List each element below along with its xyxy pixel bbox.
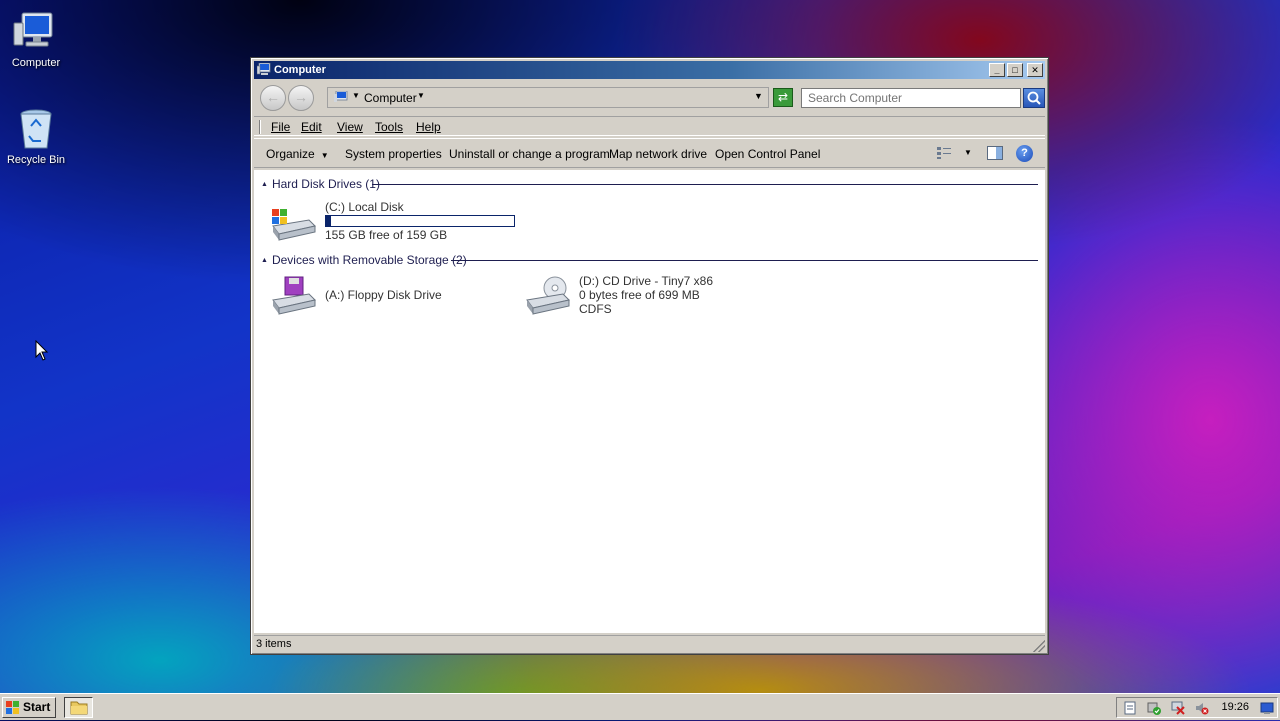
maximize-button[interactable]: □ bbox=[1007, 63, 1023, 77]
help-button[interactable]: ? bbox=[1016, 145, 1033, 162]
window-title: Computer bbox=[274, 64, 326, 76]
collapse-triangle-icon: ▲ bbox=[261, 181, 268, 188]
back-button[interactable]: ← bbox=[260, 85, 286, 111]
drive-c-usage-fill bbox=[326, 216, 331, 226]
drive-c-name: (C:) Local Disk bbox=[325, 200, 404, 214]
menu-bar: File Edit View Tools Help bbox=[254, 116, 1045, 136]
cd-drive-icon bbox=[523, 276, 571, 316]
title-bar[interactable]: Computer _ □ ✕ bbox=[254, 61, 1045, 79]
resize-grip[interactable] bbox=[1033, 640, 1045, 652]
command-bar: Organize ▼ System properties Uninstall or… bbox=[254, 138, 1045, 168]
menu-grip bbox=[259, 120, 261, 134]
group-divider bbox=[372, 184, 1038, 185]
drive-c[interactable]: (C:) Local Disk 155 GB free of 159 GB bbox=[269, 200, 519, 244]
search-icon bbox=[1027, 91, 1041, 105]
drive-d-filesystem: CDFS bbox=[579, 302, 612, 316]
content-pane: ▲ Hard Disk Drives (1) (C:) Local Disk 15… bbox=[254, 170, 1045, 633]
drive-d-name: (D:) CD Drive - Tiny7 x86 bbox=[579, 274, 714, 288]
system-tray: 19:26 bbox=[1116, 697, 1278, 718]
drive-d-free-space: 0 bytes free of 699 MB bbox=[579, 288, 700, 302]
start-button[interactable]: Start bbox=[2, 697, 56, 718]
menu-tools[interactable]: Tools bbox=[375, 120, 403, 134]
menu-view-label: View bbox=[337, 120, 363, 134]
windows-logo-icon bbox=[6, 701, 20, 715]
explorer-window: Computer _ □ ✕ ← → ▼ Computer ▼ ▼ ⇄ File… bbox=[250, 57, 1049, 655]
minimize-button[interactable]: _ bbox=[989, 63, 1005, 77]
drive-a[interactable]: (A:) Floppy Disk Drive bbox=[269, 274, 509, 318]
security-shield-icon[interactable] bbox=[1147, 701, 1161, 715]
desktop-icon-recycle-bin[interactable]: Recycle Bin bbox=[1, 106, 71, 166]
volume-muted-icon[interactable] bbox=[1195, 701, 1209, 715]
drive-a-name: (A:) Floppy Disk Drive bbox=[325, 288, 442, 302]
group-divider bbox=[451, 260, 1038, 261]
group-header-label: Hard Disk Drives (1) bbox=[271, 177, 380, 191]
network-disconnected-icon[interactable] bbox=[1171, 701, 1185, 715]
taskbar: Start 19:26 bbox=[0, 693, 1280, 720]
address-bar[interactable]: ▼ Computer ▼ ▼ bbox=[327, 87, 769, 108]
show-desktop-icon[interactable] bbox=[1260, 701, 1274, 715]
collapse-triangle-icon: ▲ bbox=[261, 257, 268, 264]
search-button[interactable] bbox=[1023, 88, 1045, 108]
desktop-icon-computer[interactable]: Computer bbox=[1, 9, 71, 69]
mouse-cursor-icon bbox=[35, 339, 49, 365]
hard-disk-icon bbox=[269, 206, 317, 246]
menu-help[interactable]: Help bbox=[416, 120, 441, 134]
folder-icon bbox=[70, 701, 88, 715]
computer-icon bbox=[12, 9, 60, 55]
group-header-removable[interactable]: ▲ Devices with Removable Storage (2) bbox=[261, 253, 467, 267]
menu-help-label: Help bbox=[416, 120, 441, 134]
preview-pane-button[interactable] bbox=[987, 146, 1003, 160]
menu-edit-label: Edit bbox=[301, 120, 322, 134]
forward-button[interactable]: → bbox=[288, 85, 314, 111]
floppy-drive-icon bbox=[269, 276, 317, 316]
back-arrow-icon: ← bbox=[266, 89, 280, 105]
address-row: ← → ▼ Computer ▼ ▼ ⇄ bbox=[254, 82, 1045, 112]
uninstall-program-button[interactable]: Uninstall or change a program bbox=[449, 147, 610, 161]
drive-d[interactable]: (D:) CD Drive - Tiny7 x86 0 bytes free o… bbox=[523, 274, 783, 322]
taskbar-explorer-button[interactable] bbox=[64, 697, 93, 718]
drive-c-free-space: 155 GB free of 159 GB bbox=[325, 228, 448, 242]
chevron-down-icon[interactable]: ▼ bbox=[352, 91, 360, 100]
status-item-count: 3 items bbox=[256, 638, 292, 650]
search-input[interactable] bbox=[801, 88, 1021, 108]
forward-arrow-icon: → bbox=[294, 89, 308, 105]
address-history-dropdown[interactable]: ▼ bbox=[754, 91, 763, 101]
help-icon: ? bbox=[1021, 147, 1028, 159]
chevron-down-icon[interactable]: ▼ bbox=[417, 91, 425, 100]
clipboard-icon[interactable] bbox=[1123, 701, 1137, 715]
menu-tools-label: Tools bbox=[375, 120, 404, 134]
desktop-icon-label: Recycle Bin bbox=[6, 154, 66, 166]
breadcrumb-computer[interactable]: Computer bbox=[364, 91, 417, 105]
menu-file-label: File bbox=[271, 120, 291, 134]
start-label: Start bbox=[23, 700, 51, 714]
status-bar: 3 items bbox=[254, 635, 1045, 652]
change-view-button[interactable] bbox=[936, 146, 952, 160]
refresh-button[interactable]: ⇄ bbox=[773, 88, 793, 107]
menu-edit[interactable]: Edit bbox=[301, 120, 322, 134]
recycle-bin-icon bbox=[12, 106, 60, 152]
menu-view[interactable]: View bbox=[337, 120, 363, 134]
preview-pane-icon bbox=[987, 146, 1003, 160]
drive-c-usage-bar bbox=[325, 215, 515, 227]
chevron-down-icon: ▼ bbox=[320, 151, 329, 160]
open-control-panel-button[interactable]: Open Control Panel bbox=[715, 147, 820, 161]
system-properties-button[interactable]: System properties bbox=[345, 147, 442, 161]
map-network-drive-button[interactable]: Map network drive bbox=[609, 147, 707, 161]
menu-file[interactable]: File bbox=[271, 120, 290, 134]
refresh-icon: ⇄ bbox=[777, 90, 789, 104]
group-header-label: Devices with Removable Storage (2) bbox=[271, 253, 467, 267]
organize-button[interactable]: Organize ▼ bbox=[266, 147, 329, 161]
computer-icon bbox=[334, 90, 348, 104]
computer-icon bbox=[256, 62, 271, 76]
group-header-hard-disks[interactable]: ▲ Hard Disk Drives (1) bbox=[261, 177, 380, 191]
clock[interactable]: 19:26 bbox=[1221, 701, 1249, 713]
desktop-icon-label: Computer bbox=[11, 57, 61, 69]
close-button[interactable]: ✕ bbox=[1027, 63, 1043, 77]
view-options-dropdown[interactable]: ▼ bbox=[964, 148, 972, 157]
organize-label: Organize bbox=[266, 147, 315, 161]
view-list-icon bbox=[937, 147, 951, 159]
